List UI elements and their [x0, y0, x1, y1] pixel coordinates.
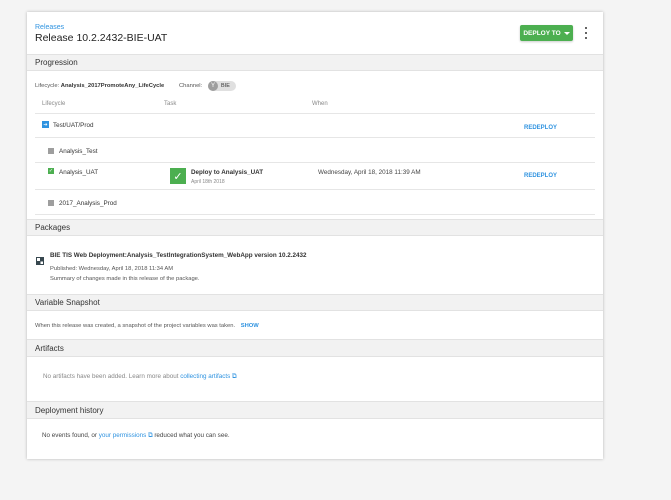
deploy-to-label: DEPLOY TO	[523, 29, 561, 37]
variable-snapshot-header: Variable Snapshot	[27, 294, 603, 311]
page-title: Release 10.2.2432-BIE-UAT	[35, 32, 168, 44]
deployment-history-header: Deployment history	[27, 401, 603, 419]
package-published: Published: Wednesday, April 18, 2018 11:…	[50, 266, 174, 272]
deployment-history-text: No events found, or your permissions ⧉ r…	[42, 432, 230, 440]
col-when: When	[312, 101, 328, 107]
lifecycle-row-name: Analysis_UAT	[59, 169, 99, 176]
progression-heading: Progression	[35, 58, 78, 67]
pending-square-icon	[48, 200, 54, 206]
variable-snapshot-description: When this release was created, a snapsho…	[35, 323, 236, 329]
external-link-icon: ⧉	[232, 373, 237, 380]
redeploy-button[interactable]: REDEPLOY	[524, 125, 557, 131]
package-name: BIE TIS Web Deployment:Analysis_TestInte…	[50, 252, 307, 259]
success-check-icon: ✓	[48, 168, 54, 174]
package-icon	[36, 252, 44, 265]
col-task: Task	[164, 101, 177, 107]
variable-snapshot-heading: Variable Snapshot	[35, 298, 100, 307]
release-card: Releases Release 10.2.2432-BIE-UAT DEPLO…	[27, 12, 603, 459]
task-name[interactable]: Deploy to Analysis_UAT	[191, 169, 263, 176]
artifacts-empty-text: No artifacts have been added. Learn more…	[43, 373, 237, 381]
release-header: Releases Release 10.2.2432-BIE-UAT DEPLO…	[27, 12, 603, 54]
package-summary: Summary of changes made in this release …	[50, 276, 200, 282]
redeploy-button[interactable]: REDEPLOY	[524, 173, 557, 179]
channel-label: Channel:	[179, 83, 203, 89]
history-text-post: reduced what you can see.	[154, 432, 230, 439]
lifecycle-row-name: 2017_Analysis_Prod	[59, 200, 117, 207]
channel-icon: Y	[208, 81, 218, 91]
show-snapshot-link[interactable]: SHOW	[241, 323, 259, 329]
collecting-artifacts-link[interactable]: collecting artifacts	[180, 373, 230, 380]
lifecycle-label: Lifecycle:	[35, 83, 60, 89]
artifacts-heading: Artifacts	[35, 343, 64, 353]
channel-chip: Y BIE	[208, 81, 236, 91]
progression-header: Progression	[27, 54, 603, 71]
packages-header: Packages	[27, 219, 603, 236]
breadcrumb-releases[interactable]: Releases	[35, 24, 64, 31]
phase-arrow-icon: ➔	[42, 121, 49, 128]
history-text-pre: No events found, or	[42, 432, 97, 439]
pending-square-icon	[48, 148, 54, 154]
deployment-history-heading: Deployment history	[35, 405, 104, 415]
caret-down-icon	[563, 31, 570, 35]
deploy-to-button[interactable]: DEPLOY TO	[520, 25, 573, 41]
col-lifecycle: Lifecycle	[42, 101, 66, 107]
lifecycle-value: Analysis_2017PromoteAny_LifeCycle	[60, 83, 165, 89]
more-options-icon[interactable]	[583, 27, 589, 39]
packages-heading: Packages	[35, 223, 71, 232]
artifacts-header: Artifacts	[27, 339, 603, 357]
your-permissions-link[interactable]: your permissions	[99, 432, 147, 439]
task-success-icon: ✓	[170, 168, 186, 184]
lifecycle-row-name: Analysis_Test	[59, 148, 98, 155]
lifecycle-row-name: Test/UAT/Prod	[53, 122, 94, 129]
deploy-when: Wednesday, April 18, 2018 11:39 AM	[318, 169, 421, 176]
variable-snapshot-text: When this release was created, a snapsho…	[35, 323, 259, 329]
lifecycle-info: Lifecycle: Analysis_2017PromoteAny_LifeC…	[35, 83, 164, 89]
channel-value: BIE	[221, 83, 230, 89]
artifacts-text: No artifacts have been added. Learn more…	[43, 373, 179, 380]
external-link-icon: ⧉	[148, 432, 153, 439]
task-date: April 18th 2018	[191, 179, 225, 185]
